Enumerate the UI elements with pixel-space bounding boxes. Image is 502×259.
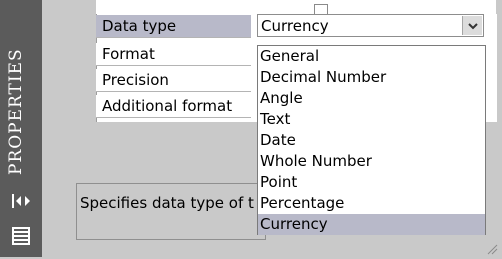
chevron-down-icon[interactable] bbox=[462, 16, 482, 35]
property-row-data-type[interactable]: Data type bbox=[96, 15, 251, 38]
dropdown-option-angle[interactable]: Angle bbox=[258, 88, 485, 109]
collapse-arrows-icon[interactable] bbox=[11, 193, 31, 213]
sidebar-title: PROPERTIES bbox=[6, 48, 26, 175]
option-label: Currency bbox=[260, 215, 328, 233]
properties-panel: Data type Format Precision Additional fo… bbox=[42, 0, 502, 257]
property-label: Additional format bbox=[102, 97, 233, 115]
property-row-format[interactable]: Format bbox=[96, 43, 251, 66]
dropdown-option-point[interactable]: Point bbox=[258, 172, 485, 193]
property-row-precision[interactable]: Precision bbox=[96, 69, 251, 92]
property-label: Data type bbox=[102, 17, 177, 35]
option-label: Date bbox=[260, 131, 296, 149]
option-label: Whole Number bbox=[260, 152, 372, 170]
properties-sidebar: PROPERTIES bbox=[0, 0, 42, 257]
data-type-dropdown[interactable]: General Decimal Number Angle Text Date W… bbox=[257, 45, 486, 235]
option-label: Text bbox=[260, 110, 291, 128]
dropdown-option-percentage[interactable]: Percentage bbox=[258, 193, 485, 214]
description-panel: Specifies data type of t bbox=[76, 183, 266, 240]
option-label: Point bbox=[260, 173, 298, 191]
option-label: Percentage bbox=[260, 194, 345, 212]
option-label: General bbox=[260, 47, 320, 65]
property-label: Precision bbox=[102, 71, 169, 89]
previous-property-row bbox=[96, 0, 496, 15]
dropdown-option-date[interactable]: Date bbox=[258, 130, 485, 151]
resize-grip-icon[interactable] bbox=[486, 241, 498, 255]
dropdown-option-decimal-number[interactable]: Decimal Number bbox=[258, 67, 485, 88]
dropdown-option-whole-number[interactable]: Whole Number bbox=[258, 151, 485, 172]
option-label: Angle bbox=[260, 89, 303, 107]
dropdown-option-currency[interactable]: Currency bbox=[258, 214, 485, 235]
option-label: Decimal Number bbox=[260, 68, 387, 86]
data-type-value: Currency bbox=[261, 17, 329, 35]
property-row-additional-format[interactable]: Additional format bbox=[96, 95, 251, 118]
property-label: Format bbox=[102, 45, 155, 63]
description-text: Specifies data type of t bbox=[80, 194, 254, 212]
dropdown-option-text[interactable]: Text bbox=[258, 109, 485, 130]
dropdown-option-general[interactable]: General bbox=[258, 46, 485, 67]
properties-list-icon[interactable] bbox=[11, 226, 31, 250]
data-type-select[interactable]: Currency bbox=[257, 14, 484, 37]
